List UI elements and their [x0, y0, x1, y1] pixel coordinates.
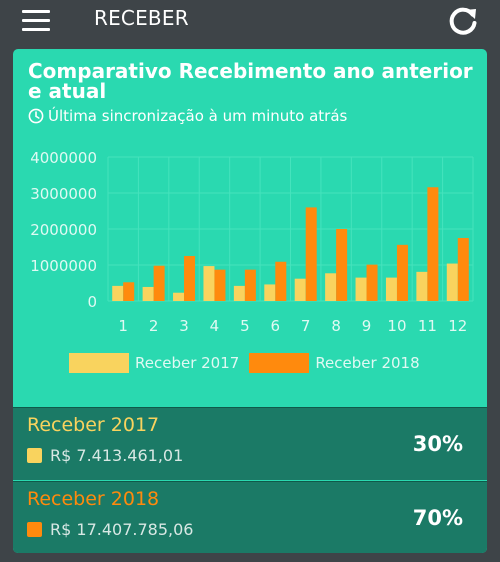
bar-2017-month-5[interactable] — [233, 285, 245, 301]
summary-amount: R$ 7.413.461,01 — [50, 446, 184, 465]
x-tick-label: 4 — [210, 317, 220, 335]
bar-2018-month-10[interactable] — [396, 244, 408, 301]
bar-2018-month-3[interactable] — [184, 256, 196, 301]
bar-2017-month-7[interactable] — [294, 278, 306, 301]
app-title: RECEBER — [94, 6, 189, 30]
bar-2017-month-11[interactable] — [416, 271, 428, 301]
x-tick-label: 9 — [362, 317, 372, 335]
x-tick-label: 11 — [418, 317, 437, 335]
bar-2017-month-10[interactable] — [385, 277, 397, 301]
summary-swatch — [27, 522, 42, 537]
bar-2017-month-2[interactable] — [142, 286, 154, 301]
sync-text: Última sincronização à um minuto atrás — [48, 107, 348, 125]
bar-2017-month-6[interactable] — [264, 284, 276, 301]
bar-2017-month-8[interactable] — [325, 273, 337, 301]
legend-label-2018: Receber 2018 — [315, 354, 420, 372]
summary-percent: 70% — [412, 506, 463, 530]
hamburger-menu-icon[interactable] — [22, 10, 50, 32]
legend-label-2017: Receber 2017 — [135, 354, 240, 372]
comparison-card: Comparativo Recebimento ano anterior e a… — [13, 49, 487, 553]
x-tick-label: 8 — [331, 317, 341, 335]
summary-percent: 30% — [412, 432, 463, 456]
summary-name: Receber 2018 — [27, 488, 160, 510]
summary-value: R$ 7.413.461,01 — [27, 446, 183, 465]
x-tick-label: 3 — [179, 317, 189, 335]
legend-item-2018[interactable]: Receber 2018 — [245, 353, 420, 373]
bar-2018-month-6[interactable] — [275, 261, 287, 301]
legend-item-2017[interactable]: Receber 2017 — [69, 353, 239, 373]
bar-2018-month-1[interactable] — [123, 282, 135, 301]
summary-amount: R$ 17.407.785,06 — [50, 520, 194, 539]
y-tick-label: 3000000 — [30, 185, 97, 203]
legend-swatch-2017 — [69, 353, 129, 373]
x-tick-label: 6 — [271, 317, 281, 335]
summary-value: R$ 17.407.785,06 — [27, 520, 193, 539]
bar-2017-month-12[interactable] — [446, 263, 458, 301]
x-tick-label: 2 — [149, 317, 159, 335]
bar-2018-month-8[interactable] — [336, 229, 348, 301]
x-tick-label: 12 — [448, 317, 467, 335]
bar-2018-month-7[interactable] — [305, 207, 317, 301]
summary-row-2018[interactable]: Receber 2018 R$ 17.407.785,06 70% — [13, 481, 487, 553]
y-tick-label: 2000000 — [30, 221, 97, 239]
bar-2017-month-4[interactable] — [203, 266, 215, 301]
sync-status: Última sincronização à um minuto atrás — [28, 106, 347, 126]
bar-2017-month-9[interactable] — [355, 277, 367, 301]
summary-row-2017[interactable]: Receber 2017 R$ 7.413.461,01 30% — [13, 407, 487, 480]
y-tick-label: 1000000 — [30, 257, 97, 275]
clock-icon — [28, 108, 44, 124]
legend-swatch-2018 — [249, 353, 310, 373]
summary-swatch — [27, 448, 42, 463]
bar-2017-month-1[interactable] — [112, 285, 124, 301]
bar-chart: 400000030000002000000100000001 2 3 4 5 6 7 8 9 10… — [30, 149, 474, 335]
bar-2018-month-5[interactable] — [244, 269, 256, 301]
refresh-icon[interactable] — [446, 4, 480, 38]
y-tick-label: 0 — [87, 293, 97, 311]
bar-2018-month-12[interactable] — [457, 238, 469, 301]
bar-2018-month-9[interactable] — [366, 264, 378, 301]
app-bar: RECEBER — [0, 0, 500, 44]
bar-2018-month-11[interactable] — [427, 187, 439, 301]
bar-2018-month-4[interactable] — [214, 269, 226, 301]
bar-2017-month-3[interactable] — [173, 292, 185, 301]
chart-legend: Receber 2017 Receber 2018 — [69, 351, 426, 375]
card-title: Comparativo Recebimento ano anterior e a… — [28, 59, 473, 103]
x-tick-label: 1 — [118, 317, 128, 335]
x-tick-label: 5 — [240, 317, 250, 335]
summary-name: Receber 2017 — [27, 414, 160, 436]
x-tick-label: 10 — [387, 317, 406, 335]
bar-2018-month-2[interactable] — [153, 265, 165, 301]
x-tick-label: 7 — [301, 317, 311, 335]
y-tick-label: 4000000 — [30, 149, 97, 167]
